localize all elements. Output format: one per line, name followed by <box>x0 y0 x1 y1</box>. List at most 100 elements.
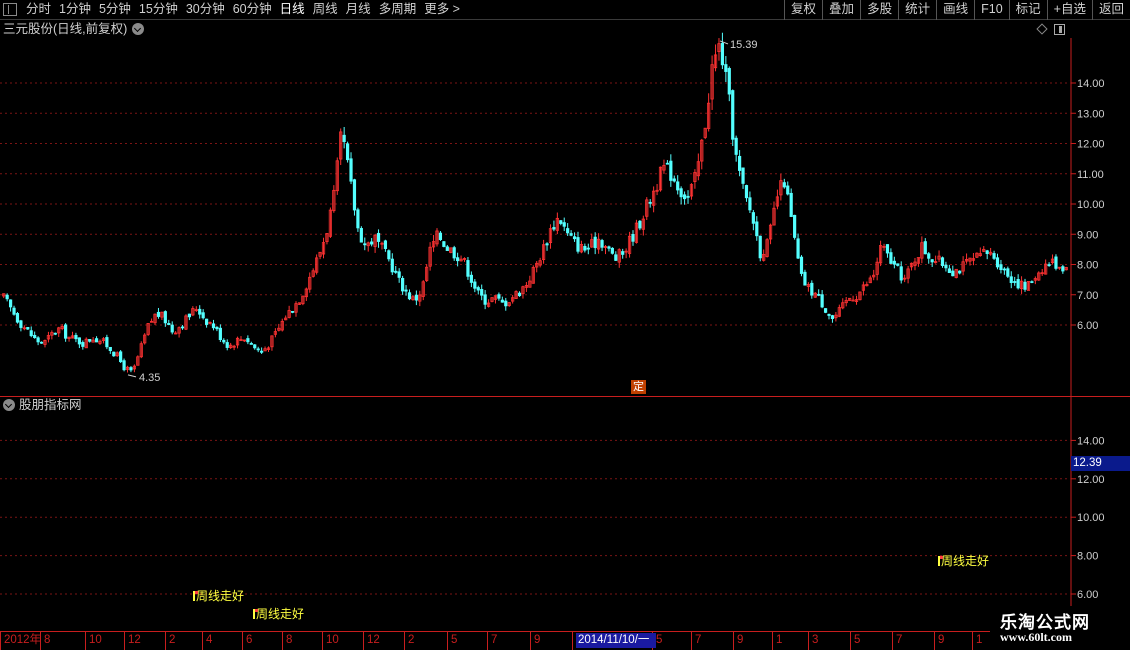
candle-body <box>517 292 522 297</box>
candle-body <box>665 162 669 165</box>
candle-body <box>211 323 216 329</box>
candle-body <box>129 367 133 371</box>
candle-body <box>1047 264 1051 267</box>
candle-body <box>156 311 161 317</box>
candle-body <box>88 339 92 342</box>
candle-body <box>167 323 171 326</box>
toolbar-button-1[interactable]: 叠加 <box>822 0 860 20</box>
tab-period-0[interactable]: 分时 <box>22 0 55 20</box>
candle-body <box>370 241 374 245</box>
toolbar-button-5[interactable]: F10 <box>974 0 1009 20</box>
indicator-y-tick-label: 12.00 <box>1077 474 1105 486</box>
toolbar-button-4[interactable]: 画线 <box>936 0 974 20</box>
toolbar-button-2[interactable]: 多股 <box>860 0 898 20</box>
candle-body <box>387 250 391 260</box>
toolbar-button-7[interactable]: +自选 <box>1046 0 1092 20</box>
candle-body <box>1013 281 1017 283</box>
candle-body <box>559 220 563 224</box>
date-tick-label: 8 <box>40 632 50 650</box>
candle-body <box>755 221 759 237</box>
candle-body <box>648 201 652 204</box>
candle-body <box>731 90 735 140</box>
tab-period-6[interactable]: 日线 <box>276 0 309 20</box>
candle-body <box>947 268 951 274</box>
toolbar-button-8[interactable]: 返回 <box>1091 0 1130 20</box>
candle-body <box>741 167 745 184</box>
date-tick-label: 9 <box>530 632 540 650</box>
candle-body <box>246 338 250 343</box>
chevron-down-icon[interactable] <box>132 23 145 35</box>
candle-body <box>940 257 945 266</box>
flag-icon <box>253 609 258 619</box>
tab-period-8[interactable]: 月线 <box>342 0 375 20</box>
low-price-label: 4.35 <box>139 372 160 384</box>
candlestick-chart: 6.00 7.00 8.00 9.00 10.00 11.00 12.00 13.00 14.0… <box>0 32 1105 396</box>
diamond-icon[interactable] <box>1036 23 1048 35</box>
tab-period-3[interactable]: 15分钟 <box>135 0 182 20</box>
candle-body <box>105 337 109 348</box>
period-toolbar: 分时 1分钟 5分钟 15分钟 30分钟 60分钟 日线 周线 月线 多周期 更多 > 复权 叠加 多股… <box>0 0 1130 20</box>
candle-body <box>476 287 480 291</box>
date-tick-label: 7 <box>892 632 902 650</box>
ding-badge[interactable]: 定 <box>631 380 646 394</box>
layout-menu-icon[interactable] <box>3 3 17 16</box>
candle-body <box>180 326 185 329</box>
tab-period-4[interactable]: 30分钟 <box>182 0 229 20</box>
candle-body <box>480 289 484 296</box>
candle-body <box>995 257 1000 268</box>
candle-body <box>222 339 226 343</box>
date-tick-label: 10 <box>322 632 339 650</box>
tab-period-10[interactable]: 更多 > <box>420 0 464 20</box>
main-panel-header: 三元股份(日线,前复权) <box>0 20 145 38</box>
candle-body <box>562 222 566 227</box>
flag-icon <box>938 556 943 566</box>
candle-body <box>1006 268 1010 277</box>
candle-body <box>407 292 412 300</box>
candle-body <box>748 197 752 211</box>
candle-body <box>352 179 357 211</box>
candle-body <box>187 313 192 318</box>
toolbar-buttons: 复权 叠加 多股 统计 画线 F10 标记 +自选 返回 <box>784 0 1130 20</box>
toolbar-button-3[interactable]: 统计 <box>898 0 936 20</box>
tab-period-7[interactable]: 周线 <box>309 0 342 20</box>
candle-body <box>944 264 948 269</box>
date-tick-label: 6 <box>242 632 252 650</box>
y-tick-label: 12.00 <box>1077 139 1105 151</box>
candles <box>2 32 1068 373</box>
candle-body <box>94 338 99 343</box>
candle-body <box>796 238 800 259</box>
candle-body <box>923 241 927 255</box>
candle-body <box>401 277 405 292</box>
candle-body <box>122 360 126 371</box>
indicator-panel: 6.00 8.00 10.00 12.00 14.00 股朋指标网 周线走好 周线走好 … <box>0 396 1130 632</box>
panel-toggle-icon[interactable] <box>1054 24 1065 35</box>
tab-period-2[interactable]: 5分钟 <box>95 0 135 20</box>
candle-body <box>15 313 20 323</box>
price-panel: 6.00 7.00 8.00 9.00 10.00 11.00 12.00 13.00 14.0… <box>0 20 1130 396</box>
candle-body <box>456 257 460 262</box>
low-marker-line <box>127 374 137 378</box>
candle-body <box>885 244 890 254</box>
candle-body <box>817 293 821 296</box>
toolbar-button-0[interactable]: 复权 <box>784 0 822 20</box>
candle-body <box>74 334 78 340</box>
y-tick-label: 9.00 <box>1077 229 1098 241</box>
candle-body <box>390 258 394 273</box>
tab-period-5[interactable]: 60分钟 <box>229 0 276 20</box>
y-tick-label: 8.00 <box>1077 260 1098 272</box>
tab-period-1[interactable]: 1分钟 <box>55 0 95 20</box>
candle-body <box>669 160 673 181</box>
flag-icon <box>193 591 198 601</box>
stock-title: 三元股份(日线,前复权) <box>3 22 128 36</box>
main-panel-tools <box>1036 23 1065 35</box>
candle-body <box>758 235 762 259</box>
chevron-down-icon[interactable] <box>3 399 15 411</box>
candle-body <box>686 195 690 198</box>
toolbar-button-6[interactable]: 标记 <box>1008 0 1047 20</box>
tab-period-9[interactable]: 多周期 <box>375 0 421 20</box>
date-tick-label: 7 <box>487 632 497 650</box>
candle-body <box>1002 268 1006 271</box>
candle-body <box>53 332 57 335</box>
candle-body <box>782 182 786 188</box>
y-tick-label: 14.00 <box>1077 78 1105 90</box>
